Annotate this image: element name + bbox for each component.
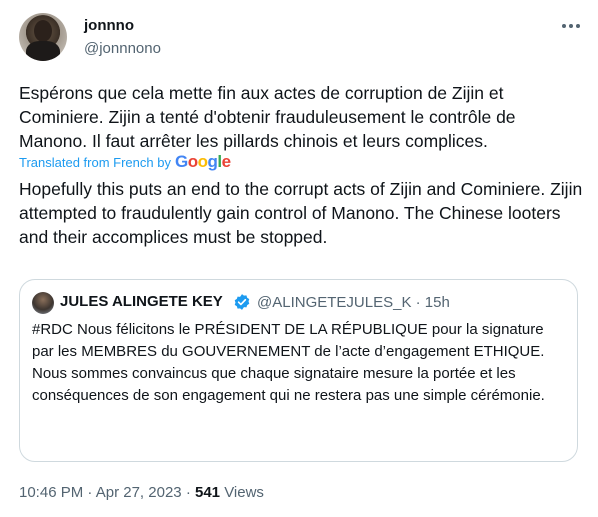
author-avatar[interactable] (19, 13, 67, 61)
more-options-icon[interactable] (556, 16, 586, 36)
author-display-name[interactable]: jonnno (84, 17, 134, 34)
tweet-text: Espérons que cela mette fin aux actes de… (19, 83, 516, 151)
avatar-body (26, 41, 60, 61)
translation-attribution[interactable]: Translated from French by Google (19, 152, 231, 172)
google-logo: Google (174, 152, 231, 171)
quoted-author-avatar (32, 292, 54, 314)
more-dot (562, 24, 566, 28)
meta-separator: · (415, 294, 421, 311)
quoted-author-handle: @ALINGETEJULES_K (257, 294, 412, 311)
more-dot (576, 24, 580, 28)
avatar-head (34, 20, 52, 42)
footer-separator: · (185, 484, 191, 501)
tweet-translation: Hopefully this puts an end to the corrup… (19, 179, 583, 247)
quoted-tweet-meta: @ALINGETEJULES_K · 15h (257, 294, 450, 311)
translated-label[interactable]: Translated from French by (19, 155, 171, 170)
author-handle[interactable]: @jonnnono (84, 40, 161, 57)
more-dot (569, 24, 573, 28)
quoted-author-name: JULES ALINGETE KEY (60, 293, 223, 310)
tweet-footer: 10:46 PM · Apr 27, 2023 · 541 Views (19, 484, 264, 501)
quoted-tweet[interactable]: JULES ALINGETE KEY @ALINGETEJULES_K · 15… (19, 279, 578, 462)
views-count: 541 (194, 484, 221, 501)
quoted-tweet-text: #RDC Nous félicitons le PRÉSIDENT DE LA … (32, 321, 545, 404)
quoted-tweet-time: 15h (424, 294, 450, 311)
tweet-time[interactable]: 10:46 PM (19, 484, 83, 501)
verified-badge-icon (234, 294, 250, 310)
views-label: Views (224, 484, 264, 501)
tweet-date[interactable]: Apr 27, 2023 (96, 484, 182, 501)
footer-separator: · (87, 484, 93, 501)
